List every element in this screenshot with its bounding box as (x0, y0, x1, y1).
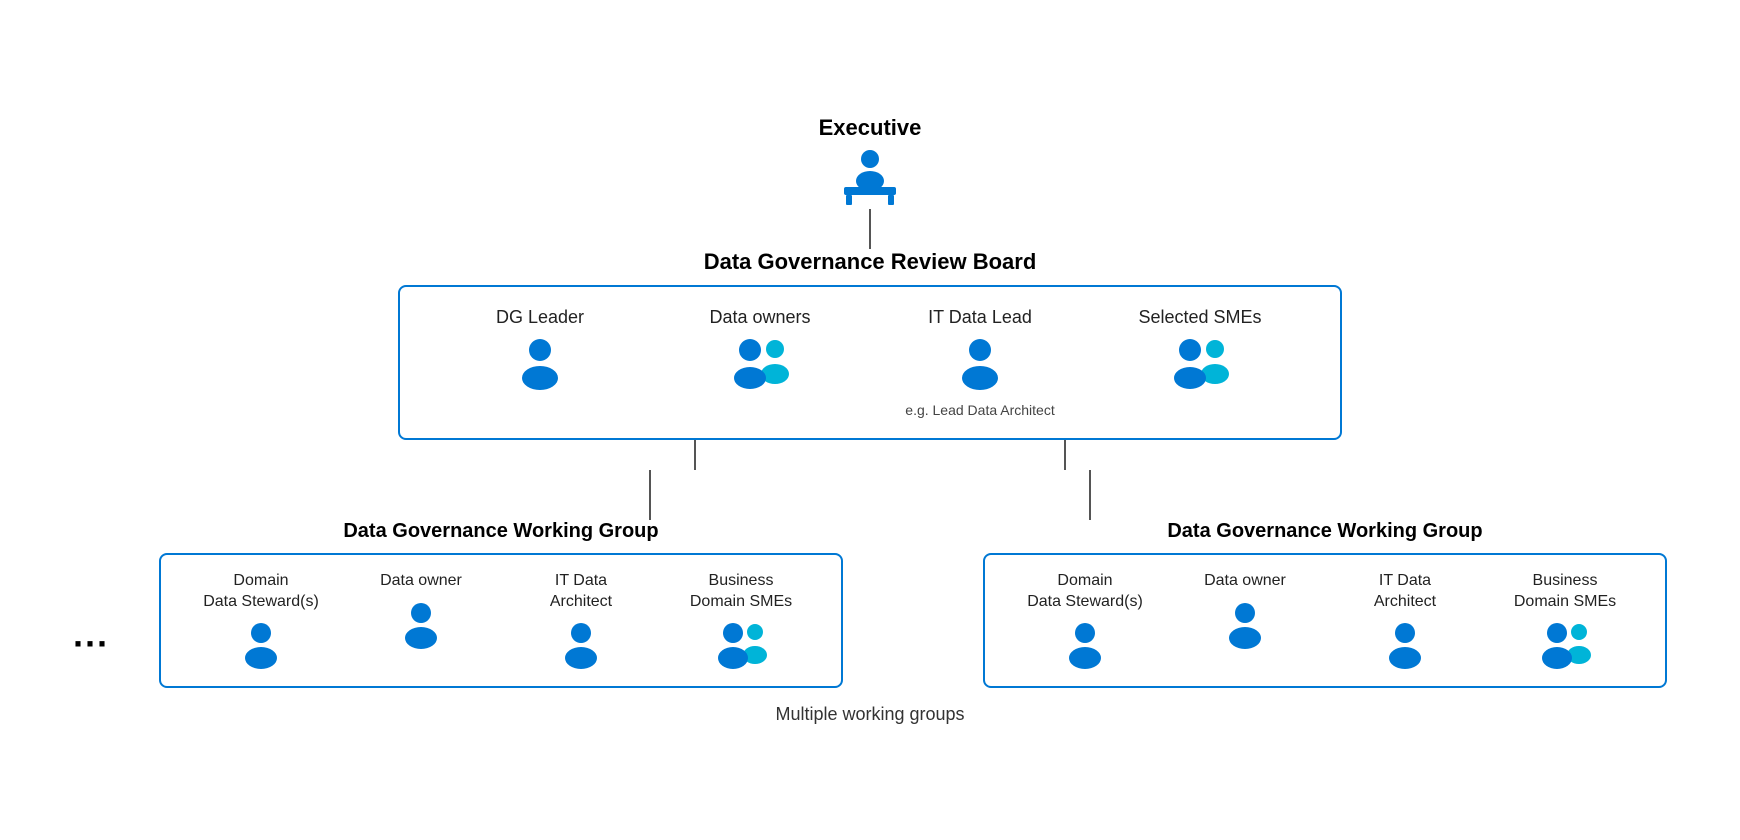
branch-connectors (450, 470, 1290, 520)
board-member-label: Selected SMEs (1138, 307, 1261, 328)
connector-exec-to-board (869, 209, 871, 249)
wg-right: Data Governance Working Group DomainData… (983, 520, 1667, 689)
executive-node: Executive (819, 115, 922, 209)
board-member-selected-smes: Selected SMEs (1090, 307, 1310, 418)
board-member-label: Data owners (709, 307, 810, 328)
wg-member-business-smes-r: BusinessDomain SMEs (1485, 571, 1645, 671)
footer-note: Multiple working groups (775, 704, 964, 725)
wg-member-label: Data owner (380, 571, 462, 592)
wg-member-label: BusinessDomain SMEs (690, 571, 792, 613)
wg-member-label: DomainData Steward(s) (203, 571, 319, 613)
board-label: Data Governance Review Board (704, 249, 1037, 275)
left-branch (694, 440, 696, 470)
board-member-it-data-lead: IT Data Lead e.g. Lead Data Architect (870, 307, 1090, 418)
board-member-data-owners: Data owners (650, 307, 870, 418)
wg-member-data-owner-r: Data owner (1165, 571, 1325, 671)
wg-member-domain-steward-l: DomainData Steward(s) (181, 571, 341, 671)
wg-member-it-data-architect-r: IT DataArchitect (1325, 571, 1485, 671)
wg-member-data-owner-l: Data owner (341, 571, 501, 671)
board-member-label: DG Leader (496, 307, 584, 328)
wg-member-business-smes-l: BusinessDomain SMEs (661, 571, 821, 671)
wg-left-label: Data Governance Working Group (343, 520, 658, 543)
board-section: Data Governance Review Board DG Leader D… (398, 249, 1342, 440)
wg-member-label: IT DataArchitect (1374, 571, 1436, 613)
right-branch (1064, 440, 1066, 470)
wg-member-it-data-architect-l: IT DataArchitect (501, 571, 661, 671)
wg-left: Data Governance Working Group DomainData… (159, 520, 843, 689)
wg-member-domain-steward-r: DomainData Steward(s) (1005, 571, 1165, 671)
wg-member-label: Data owner (1204, 571, 1286, 592)
board-box: DG Leader Data owners (398, 285, 1342, 440)
board-member-dg-leader: DG Leader (430, 307, 650, 418)
wg-member-label: DomainData Steward(s) (1027, 571, 1143, 613)
working-groups-row: ··· Data Governance Working Group Domain… (170, 520, 1570, 689)
org-diagram: Executive Data Governance Review Board (70, 115, 1670, 726)
executive-label: Executive (819, 115, 922, 141)
wg-right-label: Data Governance Working Group (1167, 520, 1482, 543)
it-data-lead-note: e.g. Lead Data Architect (905, 402, 1054, 418)
board-member-label: IT Data Lead (928, 307, 1032, 328)
wg-member-label: IT DataArchitect (550, 571, 612, 613)
executive-icon (834, 149, 906, 209)
wg-member-label: BusinessDomain SMEs (1514, 571, 1616, 613)
wg-left-box: DomainData Steward(s) Data owner IT Data… (159, 553, 843, 689)
wg-right-box: DomainData Steward(s) Data owner IT Data… (983, 553, 1667, 689)
connector-area (450, 440, 1290, 470)
ellipsis: ··· (73, 623, 109, 665)
